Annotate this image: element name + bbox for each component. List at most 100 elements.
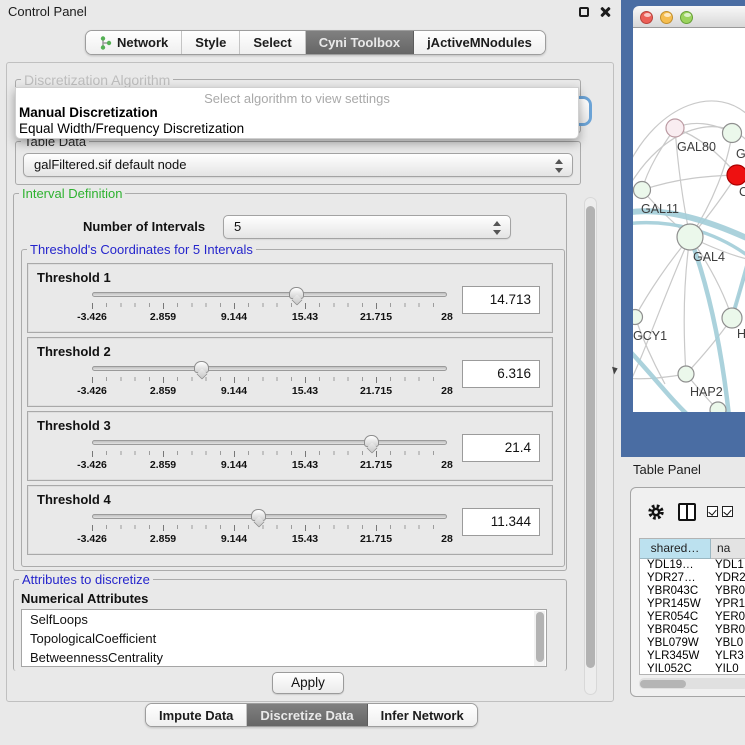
network-canvas[interactable]: GAL80 GA C GAL11 GAL4 GCY1 H HAP2 bbox=[633, 28, 745, 412]
node-gal-partial[interactable] bbox=[723, 124, 742, 143]
num-intervals-label: Number of Intervals bbox=[83, 219, 205, 234]
attributes-group-title: Attributes to discretize bbox=[19, 572, 153, 587]
list-item-betweennesscentrality[interactable]: BetweennessCentrality bbox=[22, 648, 546, 667]
table-horizontal-scrollbar[interactable] bbox=[639, 678, 745, 689]
list-scrollbar[interactable] bbox=[534, 611, 545, 667]
node-h-partial[interactable] bbox=[722, 308, 742, 328]
label-hap2: HAP2 bbox=[690, 385, 723, 399]
zoom-traffic-light[interactable] bbox=[680, 11, 693, 24]
table-row[interactable]: YLR345WYLR3 bbox=[640, 650, 745, 663]
checkbox-icon[interactable] bbox=[707, 506, 718, 517]
threshold-3-slider[interactable]: -3.426 2.859 9.144 15.43 21.715 28 bbox=[92, 440, 447, 471]
float-window-icon[interactable] bbox=[579, 7, 589, 17]
node-gal4[interactable] bbox=[677, 224, 703, 250]
slider-track[interactable] bbox=[92, 366, 447, 371]
network-window-titlebar[interactable] bbox=[633, 6, 745, 28]
algorithm-option-prompt[interactable]: Select algorithm to view settings bbox=[16, 88, 578, 105]
node-gcy1[interactable] bbox=[633, 310, 643, 325]
node-gal80[interactable] bbox=[666, 119, 684, 137]
slider-thumb[interactable] bbox=[289, 287, 304, 299]
node-bottom-partial[interactable] bbox=[710, 402, 726, 412]
control-panel: Control Panel Network Style Select Cyni … bbox=[0, 0, 621, 745]
close-icon[interactable] bbox=[599, 6, 611, 18]
scrollbar-thumb[interactable] bbox=[640, 680, 686, 688]
table-row[interactable]: YDR27…YDR2 bbox=[640, 572, 745, 585]
tab-cyni-toolbox[interactable]: Cyni Toolbox bbox=[306, 31, 414, 54]
slider-tick-labels: -3.426 2.859 9.144 15.43 21.715 28 bbox=[92, 533, 447, 545]
threshold-3-value-field[interactable]: 21.4 bbox=[462, 434, 540, 462]
slider-thumb[interactable] bbox=[194, 361, 209, 373]
table-panel: shared… na YDL19…YDL1 YDR27…YDR2 YBR043C… bbox=[630, 487, 745, 697]
tab-jactivemnodules[interactable]: jActiveMNodules bbox=[414, 31, 545, 54]
threshold-3-label: Threshold 3 bbox=[37, 418, 111, 433]
slider-thumb[interactable] bbox=[251, 509, 266, 521]
algorithm-dropdown-popup: Select algorithm to view settings Manual… bbox=[15, 87, 579, 139]
apply-button[interactable]: Apply bbox=[272, 672, 344, 694]
top-tab-bar: Network Style Select Cyni Toolbox jActiv… bbox=[85, 30, 546, 55]
node-hap2[interactable] bbox=[678, 366, 694, 382]
split-columns-icon[interactable] bbox=[678, 503, 696, 521]
node-gal11[interactable] bbox=[634, 182, 651, 199]
table-header-row: shared… na bbox=[640, 539, 745, 559]
slider-track[interactable] bbox=[92, 440, 447, 445]
label-gal-partial: GA bbox=[736, 147, 745, 161]
table-row[interactable]: YER054CYER0 bbox=[640, 611, 745, 624]
right-region: GAL80 GA C GAL11 GAL4 GCY1 H HAP2 Table … bbox=[621, 0, 745, 745]
mouse-cursor bbox=[612, 365, 619, 374]
tab-style[interactable]: Style bbox=[182, 31, 240, 54]
num-intervals-value: 5 bbox=[234, 219, 241, 234]
label-c-partial: C bbox=[739, 185, 745, 199]
threshold-4-value-field[interactable]: 11.344 bbox=[462, 508, 540, 536]
column-header-name[interactable]: na bbox=[711, 539, 745, 559]
threshold-1-value-field[interactable]: 14.713 bbox=[462, 286, 540, 314]
table-row[interactable]: YPR145WYPR1 bbox=[640, 598, 745, 611]
table-data-combobox[interactable]: galFiltered.sif default node bbox=[23, 153, 573, 177]
network-nodes[interactable] bbox=[633, 119, 745, 412]
threshold-3-panel: Threshold 3 -3.426 2.859 9.144 15.43 21.… bbox=[27, 411, 553, 481]
tab-impute-data[interactable]: Impute Data bbox=[146, 704, 247, 726]
table-panel-title: Table Panel bbox=[633, 462, 701, 477]
node-selected-red[interactable] bbox=[727, 165, 745, 185]
threshold-2-value-field[interactable]: 6.316 bbox=[462, 360, 540, 388]
table-row[interactable]: YBR045CYBR0 bbox=[640, 624, 745, 637]
close-traffic-light[interactable] bbox=[640, 11, 653, 24]
minimize-traffic-light[interactable] bbox=[660, 11, 673, 24]
cyni-toolbox-panel: Discretization Algorithm Select algorith… bbox=[6, 62, 614, 702]
slider-ticks bbox=[92, 303, 447, 309]
tab-network[interactable]: Network bbox=[86, 31, 182, 54]
label-gcy1: GCY1 bbox=[633, 329, 667, 343]
algorithm-option-equal-width[interactable]: Equal Width/Frequency Discretization bbox=[16, 121, 578, 137]
table-row[interactable]: YBR043CYBR0 bbox=[640, 585, 745, 598]
gear-icon[interactable] bbox=[647, 503, 665, 521]
tab-infer-network[interactable]: Infer Network bbox=[368, 704, 477, 726]
slider-thumb[interactable] bbox=[364, 435, 379, 447]
slider-tick-labels: -3.426 2.859 9.144 15.43 21.715 28 bbox=[92, 459, 447, 471]
threshold-2-slider[interactable]: -3.426 2.859 9.144 15.43 21.715 28 bbox=[92, 366, 447, 397]
label-h-partial: H bbox=[737, 327, 745, 341]
tab-select[interactable]: Select bbox=[240, 31, 305, 54]
threshold-4-slider[interactable]: -3.426 2.859 9.144 15.43 21.715 28 bbox=[92, 514, 447, 545]
panel-scrollbar[interactable] bbox=[584, 197, 597, 695]
control-panel-titlebar: Control Panel bbox=[0, 0, 621, 24]
spinner-arrows-icon bbox=[493, 220, 501, 236]
slider-track[interactable] bbox=[92, 292, 447, 297]
label-gal11: GAL11 bbox=[641, 202, 679, 216]
num-intervals-spinner[interactable]: 5 bbox=[223, 215, 511, 239]
network-graph: GAL80 GA C GAL11 GAL4 GCY1 H HAP2 bbox=[633, 28, 745, 412]
tab-discretize-data[interactable]: Discretize Data bbox=[247, 704, 367, 726]
network-view-window: GAL80 GA C GAL11 GAL4 GCY1 H HAP2 bbox=[621, 0, 745, 457]
table-row[interactable]: YIL052CYIL0 bbox=[640, 663, 745, 675]
algorithm-group-title: Discretization Algorithm bbox=[21, 72, 173, 88]
table-row[interactable]: YBL079WYBL0 bbox=[640, 637, 745, 650]
threshold-2-label: Threshold 2 bbox=[37, 344, 111, 359]
checkbox-icon[interactable] bbox=[722, 506, 733, 517]
scrollbar-thumb[interactable] bbox=[586, 206, 595, 668]
table-row[interactable]: YDL19…YDL1 bbox=[640, 559, 745, 572]
slider-track[interactable] bbox=[92, 514, 447, 519]
column-header-shared-name[interactable]: shared… bbox=[640, 539, 711, 559]
algorithm-option-manual[interactable]: Manual Discretization bbox=[16, 105, 578, 121]
numerical-attributes-list: SelfLoops TopologicalCoefficient Between… bbox=[21, 609, 547, 667]
list-item-topologicalcoefficient[interactable]: TopologicalCoefficient bbox=[22, 629, 546, 648]
list-item-selfloops[interactable]: SelfLoops bbox=[22, 610, 546, 629]
threshold-1-slider[interactable]: -3.426 2.859 9.144 15.43 21.715 28 bbox=[92, 292, 447, 323]
